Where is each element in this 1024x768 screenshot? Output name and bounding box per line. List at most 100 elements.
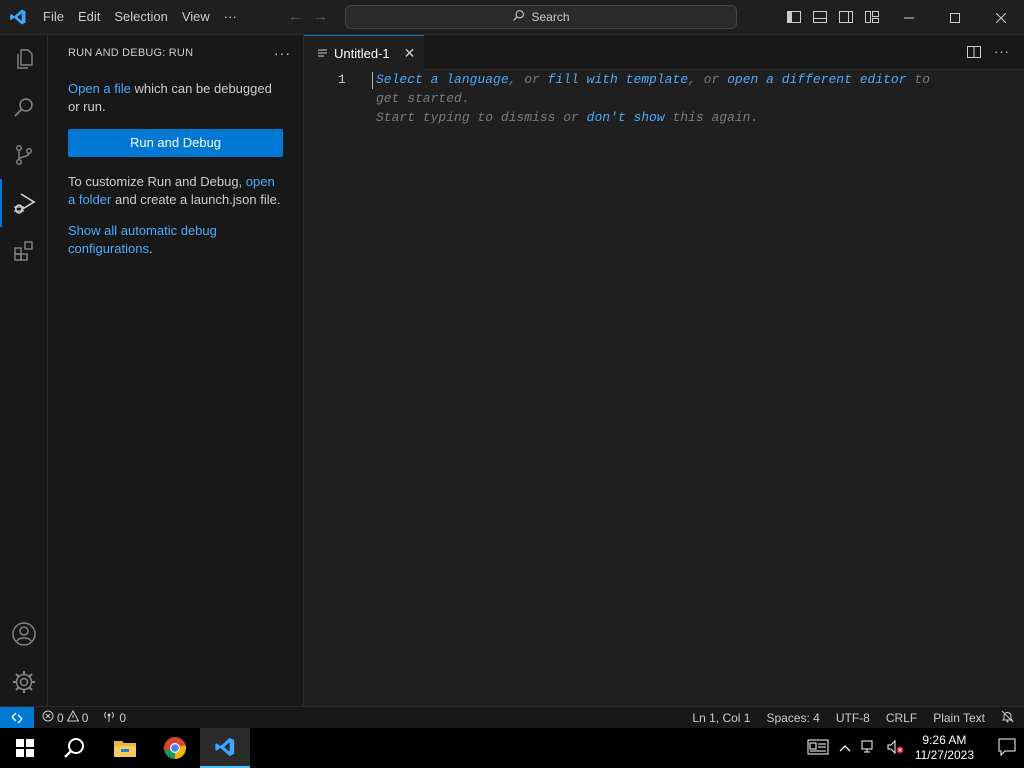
empty-editor-hint: Select a language, or fill with template… bbox=[376, 70, 936, 127]
news-widget-icon[interactable] bbox=[807, 739, 829, 758]
start-typing-text: Start typing to dismiss or bbox=[376, 110, 587, 125]
network-icon[interactable] bbox=[861, 740, 877, 757]
chrome-icon[interactable] bbox=[150, 728, 200, 768]
activity-bar bbox=[0, 35, 48, 706]
close-tab-icon[interactable]: ✕ bbox=[404, 45, 416, 62]
search-label: Search bbox=[531, 10, 570, 24]
line-number: 1 bbox=[338, 72, 346, 87]
vscode-logo-icon bbox=[0, 0, 36, 35]
clock-time: 9:26 AM bbox=[922, 733, 967, 747]
navigation-controls: ← → bbox=[288, 9, 328, 25]
text-cursor bbox=[372, 72, 373, 89]
editor-area[interactable]: 1 Select a language, or fill with templa… bbox=[304, 70, 1024, 706]
menu-bar: File Edit Selection View ··· bbox=[36, 0, 244, 35]
clock[interactable]: 9:26 AM 11/27/2023 bbox=[915, 733, 974, 763]
show-configs-paragraph: Show all automatic debug configurations. bbox=[68, 222, 283, 258]
system-tray: 9:26 AM 11/27/2023 bbox=[807, 733, 1024, 763]
tab-untitled-1[interactable]: Untitled-1 ✕ bbox=[304, 35, 424, 70]
title-bar: File Edit Selection View ··· ← → Search bbox=[0, 0, 1024, 35]
status-bar: 0 0 0 Ln 1, Col 1 Spaces: 4 UTF-8 CRLF P… bbox=[0, 706, 1024, 729]
toggle-primary-sidebar-icon[interactable] bbox=[785, 8, 803, 26]
more-actions-icon[interactable]: ··· bbox=[274, 45, 291, 61]
menu-file[interactable]: File bbox=[36, 6, 71, 28]
hint-separator: , or bbox=[508, 72, 548, 87]
problems-indicator[interactable]: 0 0 bbox=[42, 709, 89, 725]
warning-count: 0 bbox=[81, 710, 89, 725]
fill-template-link[interactable]: fill with template bbox=[548, 72, 688, 87]
file-explorer-icon[interactable] bbox=[100, 728, 150, 768]
language-mode[interactable]: Plain Text bbox=[933, 711, 985, 725]
accounts-icon[interactable] bbox=[0, 610, 48, 658]
customize-layout-icon[interactable] bbox=[863, 8, 881, 26]
warning-icon bbox=[66, 709, 80, 725]
remote-indicator-icon[interactable] bbox=[0, 706, 34, 729]
arrow-left-icon[interactable]: ← bbox=[288, 9, 303, 25]
hint-line-2: Start typing to dismiss or don't show th… bbox=[376, 108, 936, 127]
close-icon[interactable] bbox=[978, 0, 1024, 35]
search-icon[interactable] bbox=[0, 83, 48, 131]
hint-tail-2: this again. bbox=[664, 110, 759, 125]
volume-muted-icon[interactable] bbox=[887, 739, 905, 757]
maximize-icon[interactable] bbox=[932, 0, 978, 35]
customize-text-rest: and create a launch.json file. bbox=[111, 192, 281, 207]
sidebar-header: RUN AND DEBUG: RUN ··· bbox=[48, 35, 303, 70]
explorer-icon[interactable] bbox=[0, 35, 48, 83]
customize-paragraph: To customize Run and Debug, open a folde… bbox=[68, 173, 283, 209]
customize-text: To customize Run and Debug, bbox=[68, 174, 246, 189]
hint-line-1: Select a language, or fill with template… bbox=[376, 70, 936, 108]
chevron-up-icon[interactable] bbox=[839, 741, 851, 755]
open-file-paragraph: Open a file which can be debugged or run… bbox=[68, 80, 283, 116]
minimize-icon[interactable] bbox=[886, 0, 932, 35]
broadcast-icon bbox=[102, 710, 116, 725]
error-icon bbox=[42, 710, 54, 725]
editor-actions: ··· bbox=[966, 44, 1010, 63]
file-lines-icon bbox=[318, 46, 328, 61]
menu-view[interactable]: View bbox=[175, 6, 217, 28]
arrow-right-icon[interactable]: → bbox=[313, 9, 328, 25]
ports-indicator[interactable]: 0 bbox=[102, 710, 126, 725]
windows-start-icon[interactable] bbox=[0, 728, 50, 768]
clock-date: 11/27/2023 bbox=[914, 748, 974, 762]
tab-label: Untitled-1 bbox=[334, 45, 390, 61]
menu-selection[interactable]: Selection bbox=[107, 6, 174, 28]
toggle-secondary-sidebar-icon[interactable] bbox=[837, 8, 855, 26]
hint-separator: , or bbox=[688, 72, 728, 87]
layout-controls bbox=[785, 8, 881, 26]
indentation[interactable]: Spaces: 4 bbox=[766, 711, 819, 725]
run-and-debug-button[interactable]: Run and Debug bbox=[68, 129, 283, 157]
window-controls bbox=[886, 0, 1024, 35]
manage-gear-icon[interactable] bbox=[0, 658, 48, 706]
run-and-debug-sidebar: RUN AND DEBUG: RUN ··· Open a file which… bbox=[48, 35, 304, 706]
search-icon[interactable] bbox=[50, 728, 100, 768]
error-count: 0 bbox=[57, 710, 64, 725]
notification-center-icon[interactable] bbox=[998, 738, 1016, 759]
encoding[interactable]: UTF-8 bbox=[836, 711, 870, 725]
notifications-bell-icon[interactable] bbox=[1001, 710, 1014, 726]
ports-count: 0 bbox=[119, 710, 127, 725]
show-configs-period: . bbox=[148, 241, 153, 256]
toggle-panel-icon[interactable] bbox=[811, 8, 829, 26]
status-right: Ln 1, Col 1 Spaces: 4 UTF-8 CRLF Plain T… bbox=[692, 710, 1024, 726]
search-icon bbox=[512, 9, 525, 25]
source-control-icon[interactable] bbox=[0, 131, 48, 179]
split-editor-icon[interactable] bbox=[966, 44, 982, 63]
dont-show-link[interactable]: don't show bbox=[587, 110, 665, 125]
open-file-link[interactable]: Open a file bbox=[68, 81, 131, 96]
menu-edit[interactable]: Edit bbox=[71, 6, 107, 28]
editor-tabs: Untitled-1 ✕ ··· bbox=[304, 35, 1024, 70]
vscode-icon[interactable] bbox=[200, 728, 250, 768]
windows-taskbar: 9:26 AM 11/27/2023 bbox=[0, 728, 1024, 768]
extensions-icon[interactable] bbox=[0, 227, 48, 275]
sidebar-title: RUN AND DEBUG: RUN bbox=[68, 46, 194, 59]
show-configurations-link[interactable]: Show all automatic debug configurations bbox=[68, 223, 217, 256]
more-actions-icon[interactable]: ··· bbox=[994, 44, 1010, 63]
menu-more[interactable]: ··· bbox=[217, 6, 244, 28]
status-left: 0 0 0 bbox=[34, 709, 126, 725]
open-different-editor-link[interactable]: open a different editor bbox=[727, 72, 906, 87]
run-and-debug-icon[interactable] bbox=[0, 179, 48, 227]
select-language-link[interactable]: Select a language bbox=[376, 72, 509, 87]
command-center-search[interactable]: Search bbox=[345, 5, 737, 29]
cursor-position[interactable]: Ln 1, Col 1 bbox=[692, 711, 750, 725]
sidebar-content: Open a file which can be debugged or run… bbox=[48, 70, 303, 258]
line-ending[interactable]: CRLF bbox=[886, 711, 917, 725]
